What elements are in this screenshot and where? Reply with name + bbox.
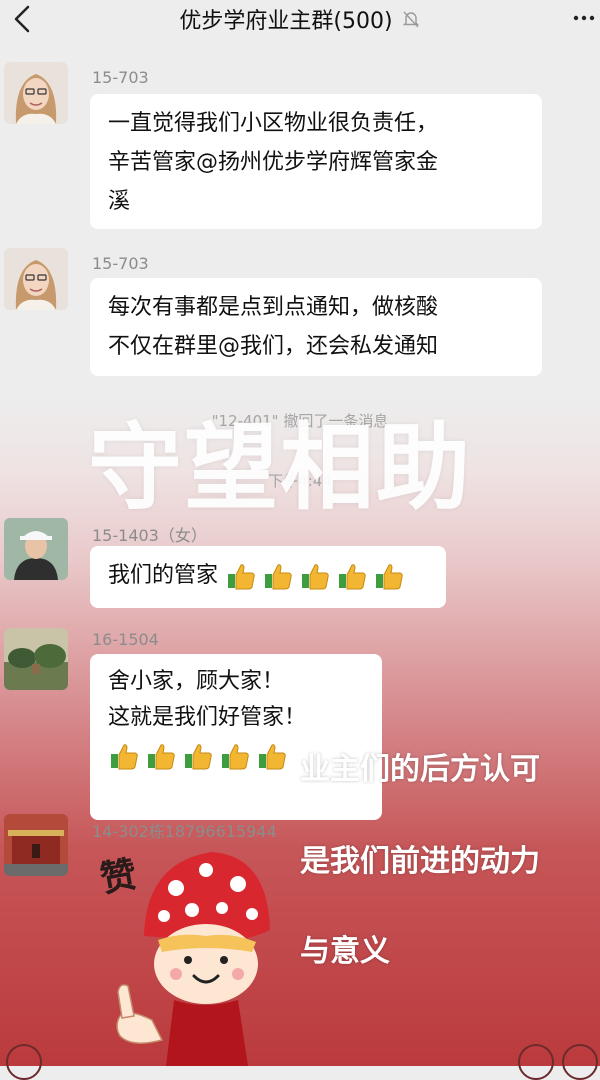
thumbs-up-icon [302,564,329,590]
chat-header: 优步学府业主群(500) [0,0,600,40]
avatar[interactable] [4,62,68,124]
thumbs-up-icon [111,744,138,770]
thumbs-up-icon [222,744,249,770]
avatar-woman-glasses-image [4,62,68,124]
thumbs-up-icon [185,744,212,770]
thumbs-up-icon [339,564,366,590]
sender-name: 14-302栋18796615944 [92,822,277,841]
thumbs-row [108,740,288,772]
message-bubble[interactable]: 舍小家，顾大家！ 这就是我们好管家！ [90,654,382,820]
thumbs-up-icon [259,744,286,770]
emoji-icon[interactable] [6,1044,42,1080]
mute-bell-icon [402,11,419,28]
sender-name: 15-703 [92,68,149,87]
overlay-title: 守望相助 [88,414,473,523]
avatar-woman-glasses-image [4,248,68,310]
avatar[interactable] [4,518,68,580]
avatar-landscape-image [4,628,68,690]
message-line: 一直觉得我们小区物业很负责任， [108,111,439,136]
thumbs-up-icon [228,564,255,590]
thumbs-up-icon [265,564,292,590]
avatar[interactable] [4,248,68,310]
message-bubble[interactable]: 每次有事都是点到点通知，做核酸 不仅在群里@我们，还会私发通知 [90,278,542,376]
avatar[interactable] [4,628,68,690]
sender-name: 15-1403（女） [92,526,207,545]
chat-title-wrap: 优步学府业主群(500) [0,3,600,35]
sender-name: 16-1504 [92,630,159,649]
avatar-gate-image [4,814,68,876]
emoji-icon[interactable] [562,1044,598,1080]
message-line: 不仅在群里@我们，还会私发通知 [108,334,439,359]
caption-line: 是我们前进的动力 [300,844,540,879]
thumbs-up-icon [376,564,403,590]
sender-name: 15-703 [92,254,149,273]
message-bubble[interactable]: 我们的管家 [90,546,446,608]
message-line: 辛苦管家@扬州优步学府辉管家金 [108,150,439,175]
chat-title: 优步学府业主群(500) [179,9,393,34]
caption-line: 与意义 [300,934,390,969]
caption-line: 业主们的后方认可 [300,752,540,787]
thumbs-row [225,560,405,592]
message-line: 舍小家，顾大家！ [108,669,285,694]
message-line: 溪 [108,189,131,214]
thumbs-up-icon [148,744,175,770]
message-line: 每次有事都是点到点通知，做核酸 [108,295,439,320]
message-line: 这就是我们好管家！ [108,705,307,730]
emoji-icon[interactable] [518,1044,554,1080]
message-text: 我们的管家 [108,563,219,588]
avatar-woman-cap-image [4,518,68,580]
avatar[interactable] [4,814,68,876]
message-bubble[interactable]: 一直觉得我们小区物业很负责任， 辛苦管家@扬州优步学府辉管家金 溪 [90,94,542,229]
more-dots-icon[interactable] [572,8,596,28]
